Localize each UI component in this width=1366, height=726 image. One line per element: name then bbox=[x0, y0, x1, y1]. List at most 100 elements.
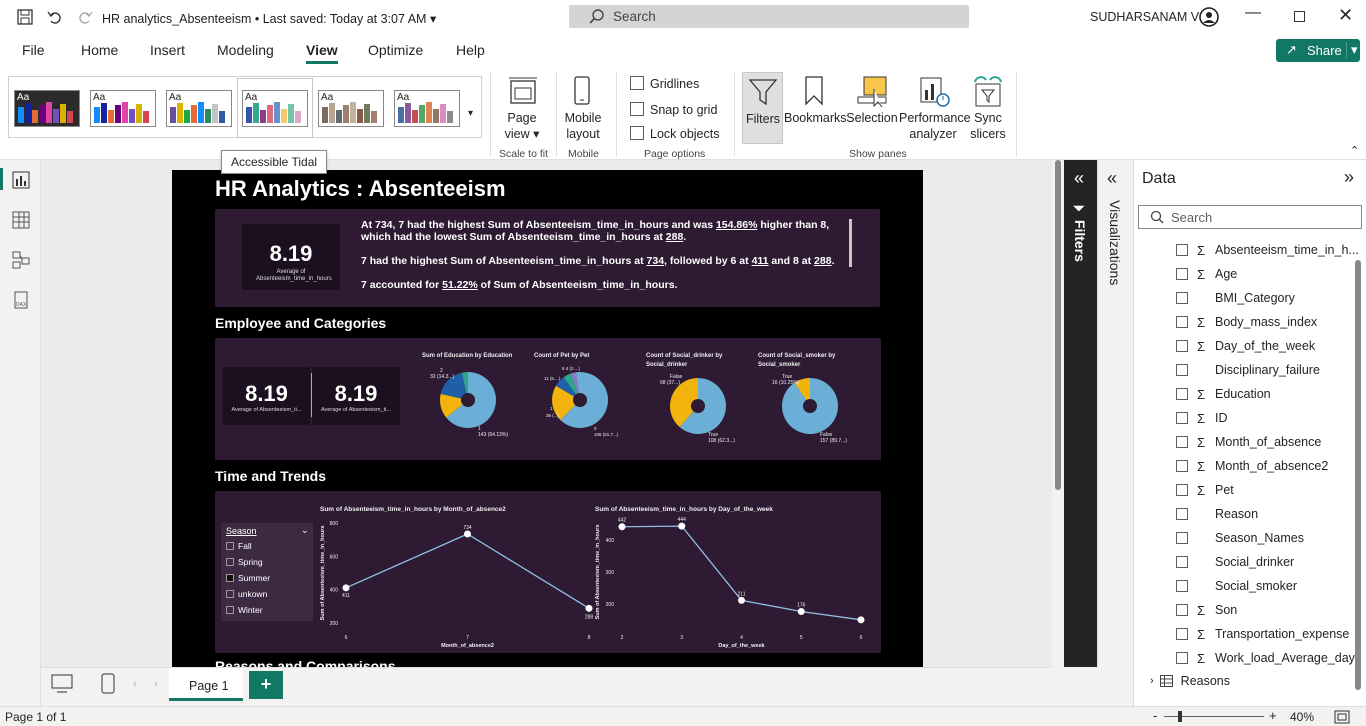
chevron-right-icon[interactable]: › bbox=[1150, 675, 1154, 687]
field-item[interactable]: Σ Transportation_expense bbox=[1176, 623, 1349, 645]
field-item[interactable]: Σ Pet bbox=[1176, 479, 1234, 501]
slicer-checkbox[interactable] bbox=[226, 542, 234, 550]
field-item[interactable]: Disciplinary_failure bbox=[1176, 359, 1320, 381]
model-view-icon[interactable] bbox=[12, 251, 30, 269]
field-item[interactable]: Σ Age bbox=[1176, 263, 1237, 285]
desktop-layout-icon[interactable] bbox=[51, 674, 73, 694]
expand-icon[interactable]: « bbox=[1074, 168, 1084, 189]
pie-charts[interactable]: Sum of Education by Education232 (14.3..… bbox=[410, 338, 875, 456]
add-page-button[interactable]: + bbox=[249, 671, 283, 699]
field-checkbox[interactable] bbox=[1176, 556, 1188, 568]
menu-file[interactable]: File bbox=[22, 42, 45, 58]
page-view-button[interactable]: Page view ▾ bbox=[496, 110, 548, 142]
slicer-item[interactable]: Spring bbox=[226, 557, 263, 567]
theme-swatch[interactable]: Aa bbox=[318, 90, 384, 127]
field-item[interactable]: Σ Month_of_absence2 bbox=[1176, 455, 1328, 477]
account-icon[interactable] bbox=[1199, 7, 1219, 27]
slicer-item[interactable]: Summer bbox=[226, 573, 270, 583]
redo-icon[interactable] bbox=[77, 9, 93, 25]
field-checkbox[interactable] bbox=[1176, 316, 1188, 328]
field-item[interactable]: Social_drinker bbox=[1176, 551, 1294, 573]
summary-card[interactable]: 8.19 Average of Absenteeism_time_in_hour… bbox=[215, 209, 880, 307]
line-chart-day[interactable]: Sum of Absenteeism_time_in_hours by Day_… bbox=[595, 499, 877, 649]
smart-narrative[interactable]: At 734, 7 had the highest Sum of Absente… bbox=[361, 219, 849, 291]
save-icon[interactable] bbox=[17, 9, 33, 25]
undo-icon[interactable] bbox=[47, 9, 63, 25]
slicer-checkbox[interactable] bbox=[226, 574, 234, 582]
next-page-icon[interactable]: › bbox=[154, 678, 158, 690]
field-item[interactable]: Σ Month_of_absence bbox=[1176, 431, 1321, 453]
field-item[interactable]: Social_smoker bbox=[1176, 575, 1297, 597]
field-checkbox[interactable] bbox=[1176, 508, 1188, 520]
field-checkbox[interactable] bbox=[1176, 628, 1188, 640]
gallery-expand-icon[interactable]: ▾ bbox=[468, 108, 473, 119]
field-checkbox[interactable] bbox=[1176, 412, 1188, 424]
zoom-in-button[interactable]: + bbox=[1269, 708, 1277, 723]
field-item[interactable]: Season_Names bbox=[1176, 527, 1304, 549]
line-chart-month[interactable]: Sum of Absenteeism_time_in_hours by Mont… bbox=[320, 499, 595, 649]
theme-swatch[interactable]: Aa bbox=[14, 90, 80, 127]
scroll-thumb[interactable] bbox=[1055, 160, 1061, 490]
menu-view[interactable]: View bbox=[306, 42, 338, 64]
prev-page-icon[interactable]: ‹ bbox=[133, 678, 137, 690]
bookmarks-button[interactable]: Bookmarks bbox=[784, 110, 847, 126]
field-checkbox[interactable] bbox=[1176, 604, 1188, 616]
data-pane-scrollbar[interactable] bbox=[1355, 260, 1361, 690]
selection-button[interactable]: Selection bbox=[845, 110, 899, 126]
close-icon[interactable]: ✕ bbox=[1338, 5, 1353, 26]
field-checkbox[interactable] bbox=[1176, 652, 1188, 664]
menu-home[interactable]: Home bbox=[81, 42, 118, 58]
collapse-icon[interactable]: » bbox=[1344, 167, 1354, 188]
mobile-layout-icon[interactable] bbox=[101, 673, 115, 695]
field-checkbox[interactable] bbox=[1176, 436, 1188, 448]
field-item[interactable]: Σ Education bbox=[1176, 383, 1271, 405]
dax-query-view-icon[interactable]: DAX bbox=[12, 291, 30, 309]
lock-objects-checkbox[interactable] bbox=[630, 126, 644, 140]
report-view-icon[interactable] bbox=[12, 171, 30, 189]
kpi-card[interactable]: 8.19 Average of Absenteeism_ti... bbox=[223, 367, 310, 425]
gridlines-checkbox[interactable] bbox=[630, 76, 644, 90]
slicer-item[interactable]: Fall bbox=[226, 541, 252, 551]
kpi-card[interactable]: 8.19 Average of Absenteeism_time_in_hour… bbox=[242, 224, 340, 290]
search-box[interactable]: Search bbox=[569, 5, 969, 28]
theme-swatch[interactable]: Aa bbox=[394, 90, 460, 127]
field-checkbox[interactable] bbox=[1176, 484, 1188, 496]
slicer-item[interactable]: unkown bbox=[226, 589, 267, 599]
theme-swatch[interactable]: Aa bbox=[166, 90, 232, 127]
document-title[interactable]: HR analytics_Absenteeism • Last saved: T… bbox=[102, 11, 436, 26]
narrative-scrollbar[interactable] bbox=[849, 219, 852, 267]
snap-to-grid-checkbox[interactable] bbox=[630, 102, 644, 116]
field-item[interactable]: Σ Work_load_Average_day bbox=[1176, 647, 1355, 669]
menu-modeling[interactable]: Modeling bbox=[217, 42, 274, 58]
field-checkbox[interactable] bbox=[1176, 388, 1188, 400]
maximize-icon[interactable] bbox=[1294, 11, 1305, 22]
fit-to-page-icon[interactable] bbox=[1334, 710, 1350, 724]
field-item[interactable]: Σ Absenteeism_time_in_h... bbox=[1176, 239, 1359, 261]
theme-swatch[interactable]: Aa bbox=[90, 90, 156, 127]
minimize-icon[interactable]: — bbox=[1245, 4, 1261, 22]
slicer-checkbox[interactable] bbox=[226, 606, 234, 614]
field-checkbox[interactable] bbox=[1176, 268, 1188, 280]
data-search-input[interactable]: Search bbox=[1138, 205, 1362, 229]
chevron-down-icon[interactable]: ▾ bbox=[1346, 42, 1358, 58]
canvas-scrollbar[interactable] bbox=[1052, 160, 1064, 667]
field-checkbox[interactable] bbox=[1176, 580, 1188, 592]
zoom-slider-thumb[interactable] bbox=[1178, 711, 1182, 722]
tab-page-1[interactable]: Page 1 bbox=[169, 668, 243, 701]
field-checkbox[interactable] bbox=[1176, 460, 1188, 472]
performance-analyzer-button[interactable]: Performance analyzer bbox=[899, 110, 971, 142]
field-item[interactable]: Σ ID bbox=[1176, 407, 1228, 429]
field-checkbox[interactable] bbox=[1176, 364, 1188, 376]
field-item[interactable]: Σ Body_mass_index bbox=[1176, 311, 1317, 333]
chevron-down-icon[interactable]: ▾ bbox=[430, 12, 436, 26]
slicer-checkbox[interactable] bbox=[226, 590, 234, 598]
chevron-down-icon[interactable]: ⌄ bbox=[301, 525, 309, 536]
menu-help[interactable]: Help bbox=[456, 42, 485, 58]
field-checkbox[interactable] bbox=[1176, 244, 1188, 256]
filters-pane[interactable]: « ⏷ Filters bbox=[1064, 160, 1097, 667]
slicer-item[interactable]: Winter bbox=[226, 605, 263, 615]
share-button[interactable]: ↗ Share ▾ bbox=[1276, 39, 1360, 62]
table-reasons[interactable]: › Reasons bbox=[1150, 674, 1230, 688]
field-item[interactable]: Reason bbox=[1176, 503, 1258, 525]
field-item[interactable]: Σ Day_of_the_week bbox=[1176, 335, 1315, 357]
